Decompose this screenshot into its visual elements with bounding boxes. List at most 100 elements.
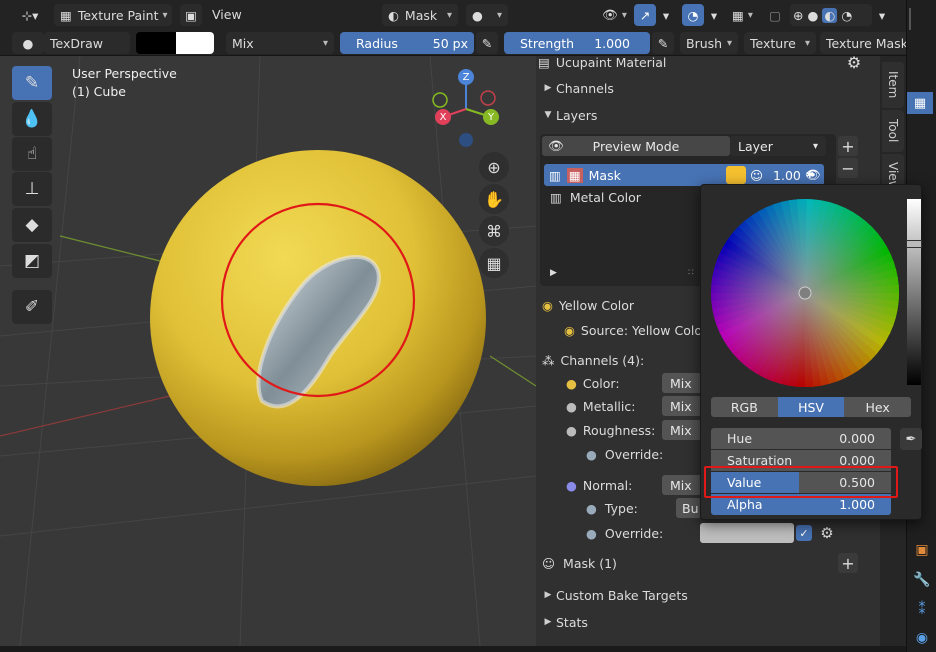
- add-layer-button[interactable]: +: [838, 136, 858, 156]
- channel-blend-dropdown[interactable]: Mix: [662, 373, 702, 393]
- object-tab-icon[interactable]: ▣: [911, 540, 933, 560]
- radius-pressure-icon[interactable]: ✎: [476, 32, 498, 54]
- override-color-swatch[interactable]: [700, 523, 794, 543]
- solid-icon[interactable]: ●: [807, 8, 818, 23]
- primary-color-swatch[interactable]: [136, 32, 176, 54]
- channels-section-header[interactable]: ▶ Channels: [540, 77, 614, 99]
- brush-icon[interactable]: ●: [12, 32, 44, 54]
- channel-label: Color:: [582, 375, 620, 391]
- preview-mode-label: Preview Mode: [592, 138, 680, 154]
- material-row[interactable]: ▤ Ucupaint Material: [538, 51, 666, 73]
- mask-tool-icon[interactable]: ◩: [12, 244, 52, 278]
- override-checkbox[interactable]: ✓: [796, 525, 812, 541]
- channel-blend-dropdown[interactable]: Mix: [662, 475, 702, 495]
- layer-row-metal-color[interactable]: ▥ Metal Color: [550, 186, 641, 208]
- channels-count-row[interactable]: ⁂ Channels (4):: [542, 349, 644, 371]
- xray-icon[interactable]: ▢: [764, 4, 786, 26]
- tab-rgb[interactable]: RGB: [711, 397, 778, 417]
- stats-section-header[interactable]: ▶ Stats: [540, 611, 588, 633]
- radius-label: Radius: [356, 35, 398, 51]
- camera-icon[interactable]: ⌘: [479, 216, 509, 246]
- material-icon[interactable]: ◐: [822, 7, 838, 23]
- layer-color-swatch[interactable]: [726, 166, 746, 184]
- secondary-color-swatch[interactable]: [176, 32, 214, 54]
- yellow-color-row[interactable]: ◉ Yellow Color: [542, 294, 634, 316]
- overlay-toggle-icon[interactable]: ◔: [682, 4, 704, 26]
- texture-menu[interactable]: Texture: [744, 32, 816, 54]
- visibility-icon[interactable]: 👁: [596, 4, 630, 26]
- color-wheel[interactable]: [709, 197, 909, 397]
- modifier-wrench-icon[interactable]: 🔧: [911, 570, 933, 590]
- viewport-object-label: (1) Cube: [72, 84, 126, 99]
- ucupaint-tab-icon[interactable]: ▦: [907, 92, 933, 114]
- value-slider[interactable]: [907, 199, 921, 385]
- channel-row-roughness: ● Roughness:: [566, 419, 655, 441]
- brush-name-field[interactable]: TexDraw: [44, 32, 130, 54]
- layer-opacity[interactable]: ☺ 1.00 👁: [750, 164, 824, 186]
- brush-menu[interactable]: Brush: [680, 32, 738, 54]
- layer-dropdown-label: Layer: [738, 138, 773, 154]
- editor-type-icon[interactable]: ⊹▾: [14, 4, 46, 26]
- add-mask-button[interactable]: +: [838, 553, 858, 573]
- tab-item[interactable]: Item: [882, 62, 904, 108]
- list-expand-icon[interactable]: ▶: [550, 268, 557, 278]
- tab-hsv[interactable]: HSV: [777, 397, 845, 417]
- shading-chevron-icon[interactable]: ▾: [874, 4, 890, 26]
- custom-bake-section-header[interactable]: ▶ Custom Bake Targets: [540, 584, 688, 606]
- remove-layer-button[interactable]: −: [838, 158, 858, 178]
- wheel-cursor[interactable]: [798, 286, 812, 300]
- 3d-viewport[interactable]: ✎ 💧 ☝ ⊥ ◆ ◩ ✐ User Perspective (1) Cube …: [0, 56, 536, 646]
- layers-section-label: Layers: [556, 107, 598, 123]
- tab-hex[interactable]: Hex: [844, 397, 912, 417]
- draw-tool-icon[interactable]: ✎: [12, 66, 52, 100]
- channels-section-label: Channels: [556, 80, 614, 96]
- mode-dropdown[interactable]: ▦ Texture Paint: [54, 4, 172, 26]
- color-wheel-icon: ◉: [542, 297, 553, 313]
- pan-hand-icon[interactable]: ✋: [479, 184, 509, 214]
- annotate-tool-icon[interactable]: ✐: [12, 290, 52, 324]
- texture-mask-menu[interactable]: Texture Mask: [820, 32, 906, 54]
- blend-dropdown[interactable]: Mix: [226, 32, 334, 54]
- physics-icon[interactable]: ◉: [911, 628, 933, 648]
- channel-blend-dropdown[interactable]: Mix: [662, 396, 702, 416]
- editor-separator: [909, 8, 933, 30]
- override-gear-icon[interactable]: ⚙: [818, 523, 836, 543]
- soften-tool-icon[interactable]: 💧: [12, 102, 52, 136]
- settings-gear-icon[interactable]: ⚙: [844, 52, 864, 72]
- gizmo-x-label[interactable]: X: [435, 109, 451, 125]
- mask-group-row[interactable]: ☺ Mask (1): [542, 552, 617, 574]
- layers-section-header[interactable]: ▼ Layers: [540, 104, 598, 126]
- overlay-chevron-icon[interactable]: ▾: [706, 4, 722, 26]
- smear-tool-icon[interactable]: ☝: [12, 137, 52, 171]
- particles-icon[interactable]: ⁑: [911, 600, 933, 620]
- mode-label: Texture Paint: [77, 7, 159, 23]
- list-grip-icon[interactable]: ∷: [688, 268, 694, 278]
- perspective-grid-icon[interactable]: ▦: [479, 248, 509, 278]
- wireframe-icon[interactable]: ⊕: [793, 8, 803, 23]
- rendered-icon[interactable]: ◔: [841, 8, 852, 23]
- shading-dropdown[interactable]: ●: [466, 4, 508, 26]
- hue-field[interactable]: Hue 0.000: [711, 428, 891, 449]
- gizmo-chevron-icon[interactable]: ▾: [658, 4, 674, 26]
- zoom-icon[interactable]: ⊕: [479, 152, 509, 182]
- eyedropper-icon[interactable]: ✒: [900, 428, 922, 450]
- view-menu[interactable]: View: [212, 7, 242, 22]
- gizmo-y-label[interactable]: Y: [483, 109, 499, 125]
- checker-overlay-icon[interactable]: ▦: [726, 4, 758, 26]
- tab-tool[interactable]: Tool: [882, 110, 904, 152]
- type-dropdown[interactable]: Bu: [676, 498, 702, 518]
- radius-field[interactable]: Radius 50 px: [340, 32, 474, 54]
- preview-mode-button[interactable]: 👁 Preview Mode: [542, 136, 730, 156]
- clone-tool-icon[interactable]: ⊥: [12, 172, 52, 206]
- tool-settings-bar: ● TexDraw Mix Radius 50 px ✎ Strength 1.00…: [0, 30, 906, 56]
- layer-visibility-icon[interactable]: 👁: [805, 167, 821, 183]
- gizmo-z-label[interactable]: Z: [458, 69, 474, 85]
- fill-tool-icon[interactable]: ◆: [12, 208, 52, 242]
- mask-dropdown[interactable]: ◐ Mask: [382, 4, 458, 26]
- top-header: ⊹▾ ▦ Texture Paint ▣ View ◐ Mask ● 👁 ↗ ▾ ◔…: [0, 0, 906, 30]
- gizmo-toggle-icon[interactable]: ↗: [634, 4, 656, 26]
- layer-dropdown[interactable]: Layer ▾: [730, 136, 826, 156]
- channel-blend-dropdown[interactable]: Mix: [662, 420, 702, 440]
- mask-toggle-icon[interactable]: ▣: [180, 4, 202, 26]
- value-slider-handle[interactable]: [906, 240, 922, 248]
